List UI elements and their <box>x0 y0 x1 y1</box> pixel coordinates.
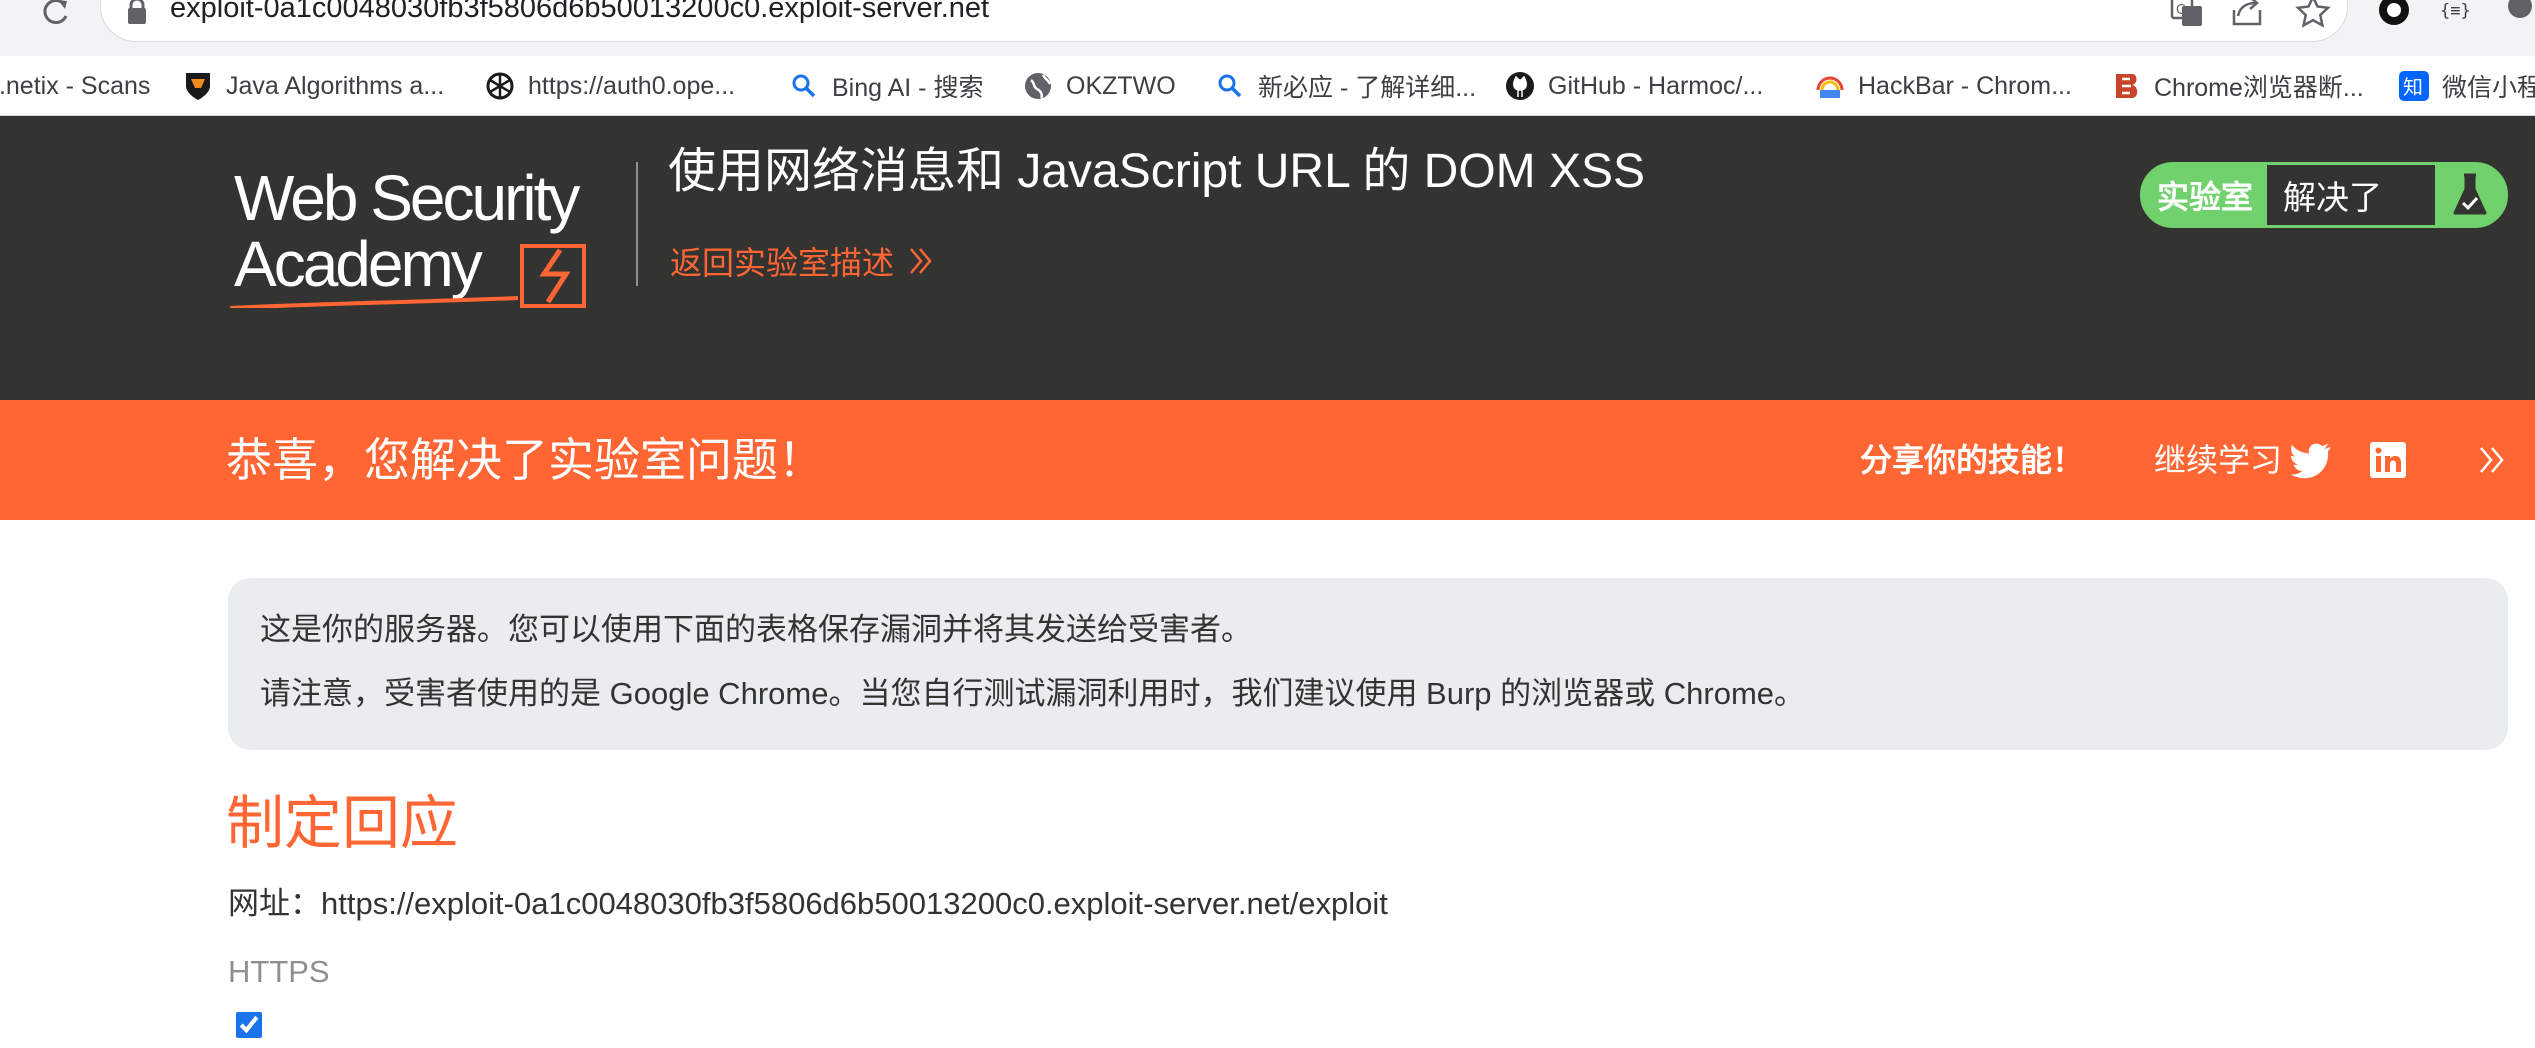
bookmark-item[interactable]: GitHub - Harmoc/... <box>1504 56 1763 116</box>
continue-learning-link[interactable]: 继续学习 <box>2154 438 2282 482</box>
search-icon <box>1214 70 1246 102</box>
web-security-academy-logo[interactable]: Web Security Academy <box>230 158 630 308</box>
svg-text:Web Security: Web Security <box>234 162 580 234</box>
bookmark-label: HackBar - Chrom... <box>1858 71 2072 100</box>
browser-toolbar: exploit-0a1c0048030fb3f5806d6b50013200c0… <box>0 0 2535 56</box>
svg-text:G: G <box>2176 3 2186 18</box>
puzzle-extension-icon[interactable] <box>2500 0 2535 30</box>
lock-icon[interactable] <box>122 0 152 26</box>
double-chevron-right-icon[interactable] <box>2478 444 2506 476</box>
bookmark-label: Bing AI - 搜索 <box>832 74 984 102</box>
bookmark-item[interactable]: 知 微信小程 <box>2398 56 2535 116</box>
github-icon <box>1504 70 1536 102</box>
brand-b-icon <box>2110 70 2142 102</box>
share-icon[interactable] <box>2228 0 2266 28</box>
bookmark-label: GitHub - Harmoc/... <box>1548 71 1764 100</box>
reload-icon[interactable] <box>38 0 74 26</box>
info-text-line: 这是你的服务器。您可以使用下面的表格保存漏洞并将其发送给受害者。 <box>260 612 1252 647</box>
site-header: Web Security Academy 使用网络消息和 JavaScript … <box>0 116 2535 400</box>
lab-status-value: 解决了 <box>2267 165 2435 225</box>
lab-title: 使用网络消息和 JavaScript URL 的 DOM XSS <box>668 145 1646 198</box>
search-icon <box>788 70 820 102</box>
address-bar-url[interactable]: exploit-0a1c0048030fb3f5806d6b50013200c0… <box>170 0 989 28</box>
globe-icon <box>1022 70 1054 102</box>
svg-text:知: 知 <box>2403 75 2423 99</box>
shield-crest-icon <box>182 70 214 102</box>
header-divider <box>636 162 638 286</box>
bookmark-item[interactable]: HackBar - Chrom... <box>1814 56 2072 116</box>
bookmark-star-icon[interactable] <box>2294 0 2332 28</box>
bookmark-label: https://auth0.ope... <box>528 71 736 100</box>
info-text-line: 请注意，受害者使用的是 Google Chrome。当您自行测试漏洞利用时，我们… <box>260 676 1806 711</box>
bookmark-item[interactable]: ..netix - Scans <box>0 56 150 116</box>
exploit-url-text: 网址：https://exploit-0a1c0048030fb3f5806d6… <box>228 886 1388 921</box>
translate-icon[interactable]: G <box>2168 0 2206 28</box>
twitter-icon[interactable] <box>2290 440 2332 480</box>
bookmark-item[interactable]: https://auth0.ope... <box>484 56 735 116</box>
json-extension-icon[interactable]: {≡} <box>2436 0 2476 30</box>
https-label: HTTPS <box>228 954 330 989</box>
zhihu-icon: 知 <box>2398 70 2430 102</box>
flask-solved-icon <box>2435 165 2505 225</box>
lab-solved-banner: 恭喜，您解决了实验室问题！ 分享你的技能！ 继续学习 <box>0 400 2535 520</box>
bookmark-item[interactable]: OKZTWO <box>1022 56 1176 116</box>
bookmark-label: Chrome浏览器断... <box>2154 74 2364 102</box>
bookmark-label: ..netix - Scans <box>0 71 151 100</box>
lab-status-widget: 实验室 解决了 <box>2140 162 2508 228</box>
openai-knot-icon <box>484 70 516 102</box>
bookmark-label: 新必应 - 了解详细... <box>1258 74 1477 102</box>
extension-circle-icon[interactable] <box>2374 0 2414 30</box>
bookmark-item[interactable]: Chrome浏览器断... <box>2110 56 2364 116</box>
craft-response-heading: 制定回应 <box>226 791 459 856</box>
bookmark-item[interactable]: Java Algorithms a... <box>182 56 444 116</box>
lab-status-badge: 实验室 <box>2156 179 2253 215</box>
svg-text:Academy: Academy <box>234 228 483 300</box>
bookmarks-bar: ..netix - Scans Java Algorithms a... htt… <box>0 56 2535 116</box>
back-link-label: 返回实验室描述 <box>670 245 895 281</box>
hackbar-icon <box>1814 70 1846 102</box>
bookmark-item[interactable]: 新必应 - 了解详细... <box>1214 56 1476 116</box>
https-checkbox[interactable] <box>236 1012 262 1038</box>
bookmark-label: 微信小程 <box>2442 74 2535 102</box>
double-chevron-right-icon <box>910 248 932 274</box>
share-skills-label: 分享你的技能！ <box>1860 442 2085 478</box>
bookmark-item[interactable]: Bing AI - 搜索 <box>788 56 983 116</box>
exploit-server-info-box: 这是你的服务器。您可以使用下面的表格保存漏洞并将其发送给受害者。 请注意，受害者… <box>228 578 2508 750</box>
back-to-lab-description-link[interactable]: 返回实验室描述 <box>670 238 934 284</box>
congratulations-message: 恭喜，您解决了实验室问题！ <box>226 434 824 486</box>
bookmark-label: Java Algorithms a... <box>226 71 445 100</box>
bookmark-label: OKZTWO <box>1066 71 1176 100</box>
linkedin-icon[interactable] <box>2370 442 2406 478</box>
svg-text:{≡}: {≡} <box>2440 1 2471 21</box>
